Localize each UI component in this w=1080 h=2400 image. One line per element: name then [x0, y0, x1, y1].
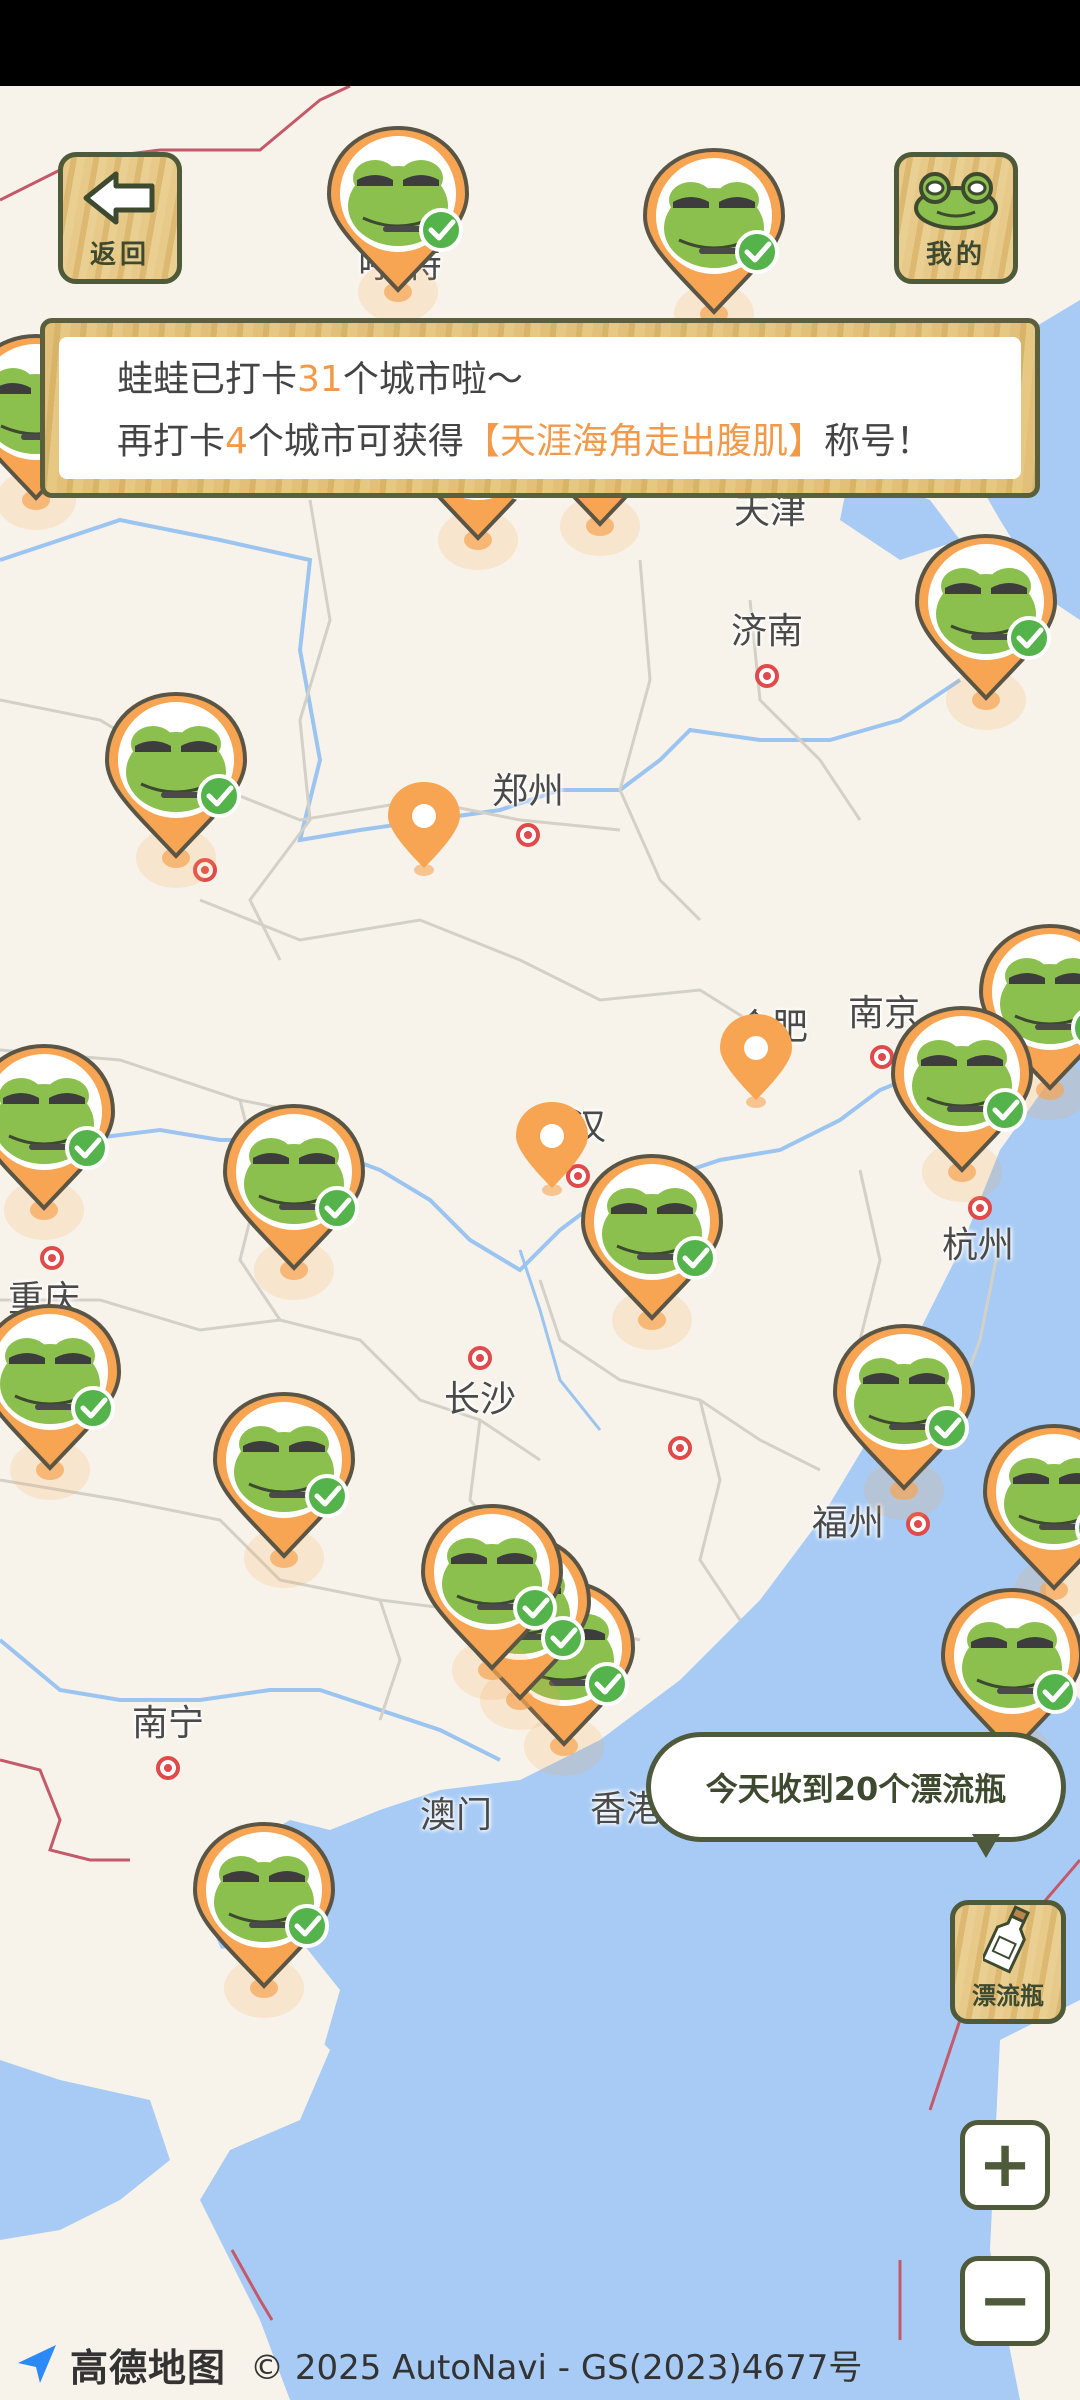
bottle-count-bubble[interactable]: 今天收到20个漂流瓶	[646, 1732, 1066, 1842]
drift-bottle-label: 漂流瓶	[972, 1982, 1044, 2010]
minus-icon: −	[978, 2264, 1032, 2338]
zoom-out-button[interactable]: −	[960, 2256, 1050, 2346]
city-label-aomen: 澳门	[419, 1795, 493, 1836]
mine-button-label: 我的	[925, 240, 986, 270]
visited-frog-pin[interactable]	[911, 530, 1061, 730]
back-button[interactable]: 返回	[58, 152, 182, 284]
city-label-zhengzhou: 郑州	[491, 771, 565, 812]
visited-frog-pin[interactable]	[887, 1002, 1037, 1202]
visited-frog-pin[interactable]	[0, 1300, 125, 1500]
city-label-hangzhou: 杭州	[941, 1225, 1015, 1266]
map-attribution: 高德地图 © 2025 AutoNavi - GS(2023)4677号	[14, 2336, 862, 2392]
unvisited-pin[interactable]	[512, 1100, 592, 1200]
unvisited-pin[interactable]	[384, 780, 464, 880]
visited-frog-pin[interactable]	[209, 1388, 359, 1588]
amap-logo-icon	[18, 2345, 56, 2383]
city-label-nanning: 南宁	[131, 1703, 205, 1744]
visited-frog-pin[interactable]	[0, 1040, 119, 1240]
city-label-changsha: 长沙	[443, 1379, 517, 1420]
status-bar	[0, 0, 1080, 86]
visited-frog-pin[interactable]	[219, 1100, 369, 1300]
plus-icon: +	[978, 2128, 1032, 2202]
visited-frog-pin[interactable]	[101, 688, 251, 888]
visited-frog-pin[interactable]	[189, 1818, 339, 2018]
visited-frog-pin[interactable]	[829, 1320, 979, 1520]
copyright-text: © 2025 AutoNavi - GS(2023)4677号	[250, 2347, 863, 2388]
bubble-tail	[972, 1834, 1000, 1858]
frog-face-icon	[914, 172, 998, 230]
bottle-count-text: 今天收到20个漂流瓶	[705, 1770, 1007, 1808]
amap-logo-text: 高德地图	[70, 2345, 227, 2390]
visited-frog-pin[interactable]	[323, 122, 473, 322]
visited-frog-pin[interactable]	[979, 1420, 1080, 1620]
city-label-jinan: 济南	[730, 611, 804, 652]
visited-frog-pin[interactable]	[417, 1500, 567, 1700]
drift-bottle-button[interactable]: 漂流瓶	[950, 1900, 1066, 2024]
banner-line-2: 再打卡4个城市可获得【天涯海角走出腹肌】称号！	[117, 421, 932, 462]
unvisited-pin[interactable]	[716, 1012, 796, 1112]
visited-frog-pin[interactable]	[639, 144, 789, 344]
back-arrow-icon	[83, 171, 155, 225]
back-button-label: 返回	[89, 240, 150, 270]
checkin-banner: 蛙蛙已打卡31个城市啦～ 再打卡4个城市可获得【天涯海角走出腹肌】称号！	[40, 318, 1040, 498]
zoom-in-button[interactable]: +	[960, 2120, 1050, 2210]
mine-button[interactable]: 我的	[894, 152, 1018, 284]
banner-line-1: 蛙蛙已打卡31个城市啦～	[117, 359, 523, 400]
bottle-icon	[983, 1905, 1030, 1974]
visited-frog-pin[interactable]	[577, 1150, 727, 1350]
